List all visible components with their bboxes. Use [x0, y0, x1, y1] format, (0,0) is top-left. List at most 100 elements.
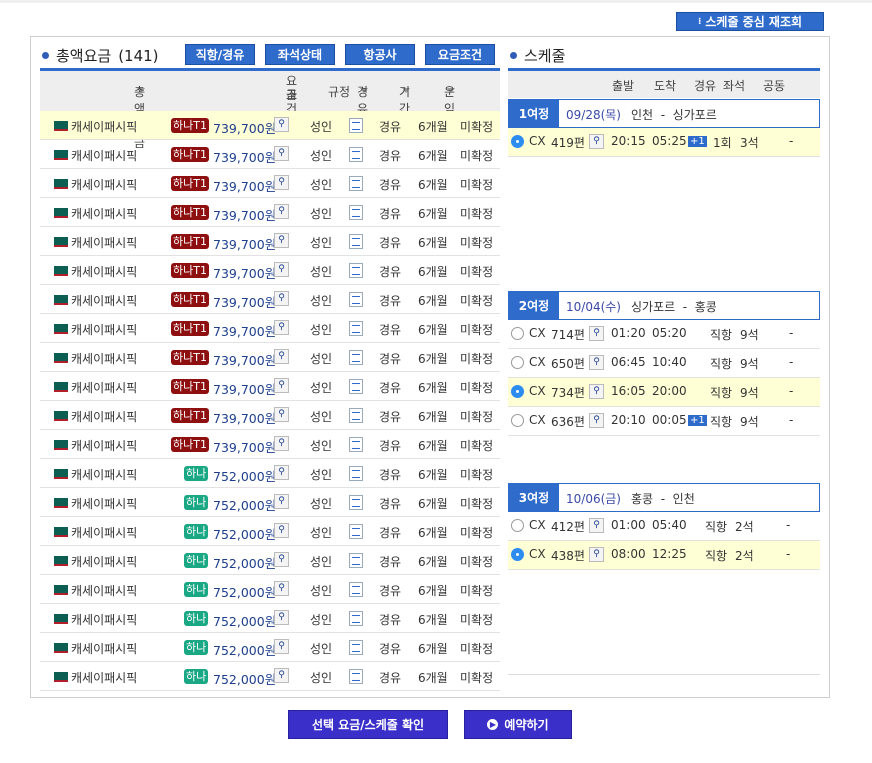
magnifier-icon[interactable]: ⚲	[274, 146, 289, 161]
fare-price[interactable]: 752,000원	[213, 582, 276, 601]
magnifier-icon[interactable]: ⚲	[589, 518, 604, 533]
flight-radio[interactable]	[511, 385, 524, 398]
magnifier-icon[interactable]: ⚲	[274, 407, 289, 422]
fare-price[interactable]: 752,000원	[213, 611, 276, 630]
sort-via[interactable]: 경유	[357, 83, 368, 116]
magnifier-icon[interactable]: ⚲	[589, 547, 604, 562]
fare-row[interactable]: 캐세이패시픽 하나T1 739,700원 ⚲ 성인 경유 6개월 미확정	[40, 285, 500, 314]
magnifier-icon[interactable]: ⚲	[274, 523, 289, 538]
flight-row[interactable]: CX 636편 ⚲ 20:10 00:05 +1 직항 9석 -	[508, 407, 820, 436]
sort-total[interactable]: 총액요금	[134, 83, 145, 150]
fare-price[interactable]: 752,000원	[213, 640, 276, 659]
rules-document-icon[interactable]	[349, 118, 363, 133]
magnifier-icon[interactable]: ⚲	[274, 639, 289, 654]
fare-row[interactable]: 캐세이패시픽 하나T1 739,700원 ⚲ 성인 경유 6개월 미확정	[40, 314, 500, 343]
fare-price[interactable]: 739,700원	[213, 321, 276, 340]
magnifier-icon[interactable]: ⚲	[274, 436, 289, 451]
flight-row[interactable]: CX 412편 ⚲ 01:00 05:40 직항 2석 -	[508, 512, 820, 541]
rules-document-icon[interactable]	[349, 466, 363, 481]
filter-direct-button[interactable]: 직항/경유	[185, 44, 255, 65]
magnifier-icon[interactable]: ⚲	[589, 384, 604, 399]
rules-document-icon[interactable]	[349, 437, 363, 452]
fare-row[interactable]: 캐세이패시픽 하나T1 739,700원 ⚲ 성인 경유 6개월 미확정	[40, 430, 500, 459]
fare-price[interactable]: 739,700원	[213, 205, 276, 224]
fare-row[interactable]: 캐세이패시픽 하나 752,000원 ⚲ 성인 경유 6개월 미확정	[40, 604, 500, 633]
rules-document-icon[interactable]	[349, 669, 363, 684]
fare-row[interactable]: 캐세이패시픽 하나 752,000원 ⚲ 성인 경유 6개월 미확정	[40, 575, 500, 604]
magnifier-icon[interactable]: ⚲	[274, 610, 289, 625]
fare-price[interactable]: 739,700원	[213, 263, 276, 282]
fare-price[interactable]: 739,700원	[213, 350, 276, 369]
rules-document-icon[interactable]	[349, 321, 363, 336]
flight-row[interactable]: CX 419편 ⚲ 20:15 05:25 +1 1회 3석 -	[508, 128, 820, 157]
rules-document-icon[interactable]	[349, 147, 363, 162]
fare-row[interactable]: 캐세이패시픽 하나T1 739,700원 ⚲ 성인 경유 6개월 미확정	[40, 140, 500, 169]
sort-period[interactable]: 기간	[399, 83, 410, 116]
magnifier-icon[interactable]: ⚲	[274, 262, 289, 277]
fare-row[interactable]: 캐세이패시픽 하나T1 739,700원 ⚲ 성인 경유 6개월 미확정	[40, 372, 500, 401]
flight-row[interactable]: CX 650편 ⚲ 06:45 10:40 직항 9석 -	[508, 349, 820, 378]
fare-price[interactable]: 739,700원	[213, 147, 276, 166]
rules-document-icon[interactable]	[349, 205, 363, 220]
rules-document-icon[interactable]	[349, 292, 363, 307]
fare-price[interactable]: 752,000원	[213, 495, 276, 514]
fare-row[interactable]: 캐세이패시픽 하나 752,000원 ⚲ 성인 경유 6개월 미확정	[40, 546, 500, 575]
fare-row[interactable]: 캐세이패시픽 하나T1 739,700원 ⚲ 성인 경유 6개월 미확정	[40, 343, 500, 372]
flight-row[interactable]: CX 734편 ⚲ 16:05 20:00 직항 9석 -	[508, 378, 820, 407]
fare-row[interactable]: 캐세이패시픽 하나T1 739,700원 ⚲ 성인 경유 6개월 미확정	[40, 256, 500, 285]
magnifier-icon[interactable]: ⚲	[274, 204, 289, 219]
magnifier-icon[interactable]: ⚲	[274, 465, 289, 480]
rules-document-icon[interactable]	[349, 524, 363, 539]
fare-row[interactable]: 캐세이패시픽 하나T1 739,700원 ⚲ 성인 경유 6개월 미확정	[40, 111, 500, 140]
filter-seat-button[interactable]: 좌석상태	[265, 44, 335, 65]
rules-document-icon[interactable]	[349, 553, 363, 568]
fare-price[interactable]: 739,700원	[213, 118, 276, 137]
fare-price[interactable]: 739,700원	[213, 292, 276, 311]
fare-price[interactable]: 739,700원	[213, 176, 276, 195]
sort-condition[interactable]: 요금 조건	[286, 74, 297, 116]
magnifier-icon[interactable]: ⚲	[274, 552, 289, 567]
fare-price[interactable]: 752,000원	[213, 466, 276, 485]
magnifier-icon[interactable]: ⚲	[589, 413, 604, 428]
flight-radio[interactable]	[511, 414, 524, 427]
magnifier-icon[interactable]: ⚲	[274, 117, 289, 132]
flight-radio[interactable]	[511, 327, 524, 340]
fare-row[interactable]: 캐세이패시픽 하나 752,000원 ⚲ 성인 경유 6개월 미확정	[40, 633, 500, 662]
magnifier-icon[interactable]: ⚲	[274, 349, 289, 364]
rules-document-icon[interactable]	[349, 350, 363, 365]
rules-document-icon[interactable]	[349, 495, 363, 510]
filter-airline-button[interactable]: 항공사	[345, 44, 415, 65]
fare-price[interactable]: 752,000원	[213, 669, 276, 688]
magnifier-icon[interactable]: ⚲	[274, 668, 289, 683]
magnifier-icon[interactable]: ⚲	[589, 134, 604, 149]
fare-row[interactable]: 캐세이패시픽 하나 752,000원 ⚲ 성인 경유 6개월 미확정	[40, 459, 500, 488]
book-button[interactable]: ▶ 예약하기	[464, 710, 572, 739]
confirm-selection-button[interactable]: 선택 요금/스케줄 확인	[288, 710, 448, 739]
rules-document-icon[interactable]	[349, 379, 363, 394]
magnifier-icon[interactable]: ⚲	[274, 175, 289, 190]
rules-document-icon[interactable]	[349, 408, 363, 423]
flight-row[interactable]: CX 714편 ⚲ 01:20 05:20 직항 9석 -	[508, 320, 820, 349]
fare-price[interactable]: 739,700원	[213, 408, 276, 427]
magnifier-icon[interactable]: ⚲	[274, 291, 289, 306]
rules-document-icon[interactable]	[349, 176, 363, 191]
filter-condition-button[interactable]: 요금조건	[425, 44, 495, 65]
rules-document-icon[interactable]	[349, 640, 363, 655]
fare-row[interactable]: 캐세이패시픽 하나 752,000원 ⚲ 성인 경유 6개월 미확정	[40, 488, 500, 517]
flight-radio[interactable]	[511, 519, 524, 532]
fare-price[interactable]: 752,000원	[213, 553, 276, 572]
flight-radio[interactable]	[511, 356, 524, 369]
magnifier-icon[interactable]: ⚲	[274, 233, 289, 248]
rules-document-icon[interactable]	[349, 582, 363, 597]
rules-document-icon[interactable]	[349, 611, 363, 626]
fare-row[interactable]: 캐세이패시픽 하나 752,000원 ⚲ 성인 경유 6개월 미확정	[40, 662, 500, 691]
flight-radio[interactable]	[511, 548, 524, 561]
fare-price[interactable]: 739,700원	[213, 437, 276, 456]
fare-row[interactable]: 캐세이패시픽 하나 752,000원 ⚲ 성인 경유 6개월 미확정	[40, 517, 500, 546]
sort-status[interactable]: 운임	[444, 83, 455, 116]
schedule-requery-button[interactable]: ⁝ 스케줄 중심 재조회	[676, 12, 824, 31]
fare-row[interactable]: 캐세이패시픽 하나T1 739,700원 ⚲ 성인 경유 6개월 미확정	[40, 401, 500, 430]
fare-row[interactable]: 캐세이패시픽 하나T1 739,700원 ⚲ 성인 경유 6개월 미확정	[40, 227, 500, 256]
magnifier-icon[interactable]: ⚲	[274, 320, 289, 335]
fare-price[interactable]: 752,000원	[213, 524, 276, 543]
